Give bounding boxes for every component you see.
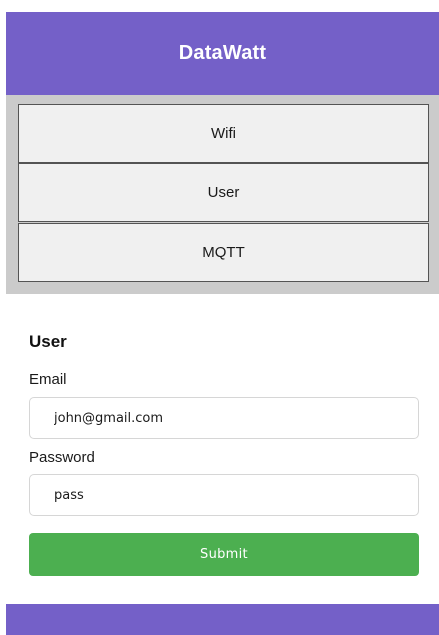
- password-field[interactable]: [29, 474, 419, 516]
- password-label: Password: [29, 449, 95, 466]
- nav-menu: Wifi User MQTT: [6, 95, 439, 294]
- app-footer: [6, 604, 439, 635]
- nav-item-mqtt[interactable]: MQTT: [18, 223, 429, 282]
- app-title: DataWatt: [178, 42, 267, 64]
- nav-item-user[interactable]: User: [18, 163, 429, 222]
- nav-item-wifi[interactable]: Wifi: [18, 104, 429, 163]
- email-field[interactable]: [29, 397, 419, 439]
- email-label: Email: [29, 371, 67, 388]
- app-header: DataWatt: [6, 12, 439, 95]
- submit-button[interactable]: Submit: [29, 533, 419, 576]
- section-title: User: [29, 332, 67, 351]
